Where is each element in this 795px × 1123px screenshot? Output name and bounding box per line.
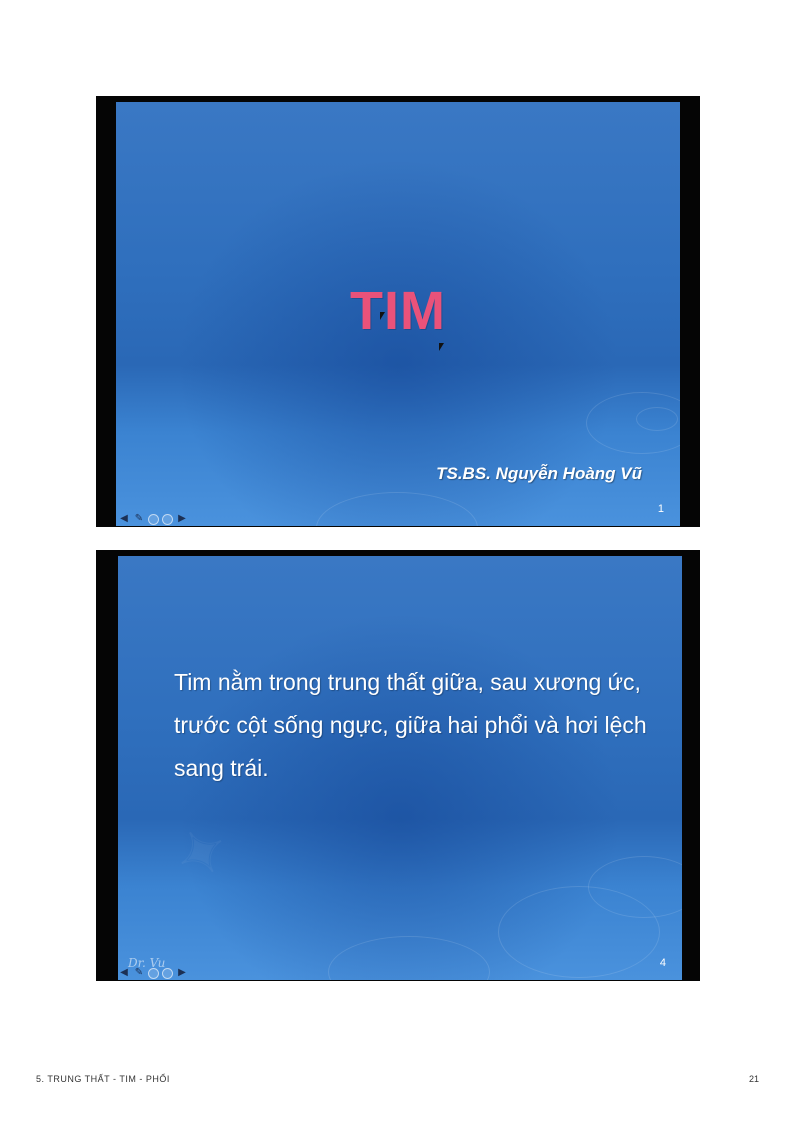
ripple-decoration	[316, 492, 478, 526]
menu-circle-icon[interactable]	[148, 967, 159, 979]
slide-2: ✦ Tim nằm trong trung thất giữa, sau xươ…	[118, 556, 682, 980]
slide-frame-1: TIM TS.BS. Nguyễn Hoàng Vũ 1 ◀ ✎ ▶	[96, 96, 700, 527]
arrow-right-icon[interactable]: ▶	[176, 967, 188, 979]
slide-number: 4	[659, 957, 666, 969]
slide-title: TIM	[350, 281, 446, 341]
ripple-decoration	[498, 886, 660, 978]
slide-frame-2: ✦ Tim nằm trong trung thất giữa, sau xươ…	[96, 550, 700, 981]
mouse-cursor-icon	[380, 312, 385, 320]
pen-icon[interactable]: ✎	[133, 967, 145, 979]
pen-icon[interactable]: ✎	[133, 513, 145, 525]
slide-navigation-bar: ◀ ✎ ▶	[118, 513, 188, 525]
slide-number: 1	[657, 503, 664, 515]
menu-circle-icon[interactable]	[162, 513, 173, 525]
arrow-right-icon[interactable]: ▶	[176, 513, 188, 525]
slide-body-text: Tim nằm trong trung thất giữa, sau xương…	[174, 669, 647, 781]
ripple-decoration	[328, 936, 490, 980]
arrow-left-icon[interactable]: ◀	[118, 513, 130, 525]
footer-page-number: 21	[748, 1074, 759, 1084]
mouse-cursor-icon	[439, 343, 444, 351]
ripple-decoration	[636, 407, 678, 431]
menu-circle-icon[interactable]	[162, 967, 173, 979]
menu-circle-icon[interactable]	[148, 513, 159, 525]
slide-1: TIM TS.BS. Nguyễn Hoàng Vũ 1	[116, 102, 680, 526]
footer-section-title: 5. TRUNG THẤT - TIM - PHỔI	[36, 1074, 170, 1084]
slide-author: TS.BS. Nguyễn Hoàng Vũ	[436, 464, 642, 483]
arrow-left-icon[interactable]: ◀	[118, 967, 130, 979]
slide-navigation-bar: ◀ ✎ ▶	[118, 967, 188, 979]
watermark: ✦	[163, 810, 243, 895]
